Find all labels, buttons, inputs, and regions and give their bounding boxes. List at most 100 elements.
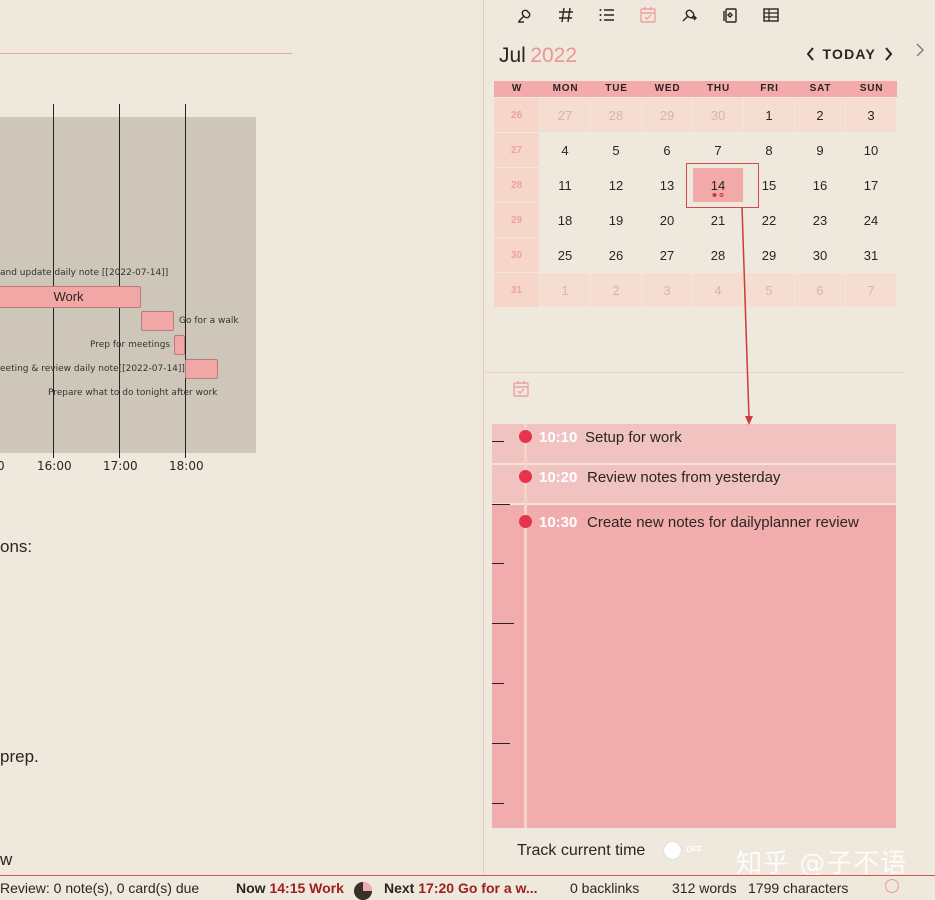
calendar-day-today[interactable]: 14 bbox=[686, 163, 759, 208]
calendar-day[interactable]: 9 bbox=[795, 133, 845, 167]
next-month-button[interactable] bbox=[882, 46, 894, 62]
calendar-day[interactable]: 1 bbox=[744, 98, 794, 132]
calendar-day[interactable]: 24 bbox=[846, 203, 896, 237]
weekday-label: THU bbox=[707, 83, 730, 94]
body-text: ons: bbox=[0, 537, 33, 556]
calendar-day[interactable]: 6 bbox=[795, 273, 845, 307]
timeline-time: 10:10 bbox=[539, 429, 578, 446]
calendar-day[interactable]: 8 bbox=[744, 133, 794, 167]
week-number[interactable]: 26 bbox=[494, 98, 539, 132]
calendar-day[interactable]: 7 bbox=[693, 133, 743, 167]
calendar-day[interactable]: 30 bbox=[693, 98, 743, 132]
tool-day-planner[interactable] bbox=[627, 4, 668, 26]
calendar-day[interactable]: 22 bbox=[744, 203, 794, 237]
calendar-day[interactable]: 13 bbox=[642, 168, 692, 202]
gantt-bar-work[interactable]: Work bbox=[0, 286, 141, 308]
gantt-bar-label: Work bbox=[53, 289, 84, 304]
gantt-label: Prep for meetings bbox=[90, 340, 171, 350]
calendar-day[interactable]: 30 bbox=[795, 238, 845, 272]
calendar-day[interactable]: 3 bbox=[846, 98, 896, 132]
hour-tick bbox=[492, 563, 504, 564]
calendar-day[interactable]: 11 bbox=[540, 168, 590, 202]
next-label: Next bbox=[384, 880, 415, 896]
review-status[interactable]: Review: 0 note(s), 0 card(s) due bbox=[0, 880, 199, 896]
calendar-day[interactable]: 2 bbox=[591, 273, 641, 307]
weekday-label: W bbox=[511, 83, 523, 94]
sync-icon[interactable] bbox=[885, 879, 899, 893]
calendar-day[interactable]: 28 bbox=[591, 98, 641, 132]
weekday-label: MON bbox=[552, 83, 579, 94]
week-number[interactable]: 28 bbox=[494, 168, 539, 202]
calendar-day[interactable]: 15 bbox=[744, 168, 794, 202]
status-bar: Review: 0 note(s), 0 card(s) due Now 14:… bbox=[0, 875, 935, 900]
calendar-day[interactable]: 27 bbox=[642, 238, 692, 272]
calendar-day[interactable]: 12 bbox=[591, 168, 641, 202]
week-number[interactable]: 29 bbox=[494, 203, 539, 237]
tool-tags[interactable] bbox=[545, 4, 586, 26]
calendar-day[interactable]: 6 bbox=[642, 133, 692, 167]
gantt-bar-prep[interactable] bbox=[174, 335, 185, 355]
calendar-day[interactable]: 16 bbox=[795, 168, 845, 202]
calendar-day[interactable]: 31 bbox=[846, 238, 896, 272]
calendar-day[interactable]: 19 bbox=[591, 203, 641, 237]
next-status[interactable]: Next 17:20 Go for a w... bbox=[384, 880, 538, 896]
today-button[interactable]: TODAY bbox=[823, 46, 876, 62]
prev-month-button[interactable] bbox=[805, 46, 817, 62]
week-number[interactable]: 30 bbox=[494, 238, 539, 272]
gantt-background bbox=[0, 117, 256, 453]
calendar-day[interactable]: 26 bbox=[591, 238, 641, 272]
tool-flashcards[interactable] bbox=[709, 4, 750, 26]
gantt-bar-walk[interactable] bbox=[141, 311, 174, 331]
calendar-day[interactable]: 5 bbox=[744, 273, 794, 307]
calendar-day[interactable]: 1 bbox=[540, 273, 590, 307]
week-number[interactable]: 31 bbox=[494, 273, 539, 307]
tool-outline[interactable] bbox=[586, 4, 627, 26]
calendar-day[interactable]: 27 bbox=[540, 98, 590, 132]
calendar-day[interactable]: 4 bbox=[540, 133, 590, 167]
timeline-time: 10:20 bbox=[539, 469, 578, 486]
calendar-day[interactable]: 3 bbox=[642, 273, 692, 307]
timeline-title[interactable]: Create new notes for dailyplanner review bbox=[587, 514, 859, 531]
calendar-day[interactable]: 2 bbox=[795, 98, 845, 132]
calendar-day[interactable]: 25 bbox=[540, 238, 590, 272]
calendar-week: 26 27 28 29 30 1 2 3 bbox=[494, 97, 897, 132]
calendar-day[interactable]: 23 bbox=[795, 203, 845, 237]
calendar-day[interactable]: 5 bbox=[591, 133, 641, 167]
link-arrow-icon bbox=[682, 9, 697, 22]
chevron-right-icon[interactable] bbox=[912, 40, 928, 60]
calendar-day[interactable]: 10 bbox=[846, 133, 896, 167]
calendar-day[interactable]: 29 bbox=[744, 238, 794, 272]
calendar-day[interactable]: 20 bbox=[642, 203, 692, 237]
timeline-divider bbox=[492, 503, 896, 505]
timeline-dot bbox=[519, 430, 532, 443]
hour-tick bbox=[492, 504, 510, 505]
calendar-week: 28 11 12 13 14 15 16 17 bbox=[494, 163, 897, 208]
now-status[interactable]: Now 14:15 Work bbox=[236, 880, 344, 896]
calendar-check-icon bbox=[513, 381, 529, 397]
calendar-day[interactable]: 29 bbox=[642, 98, 692, 132]
body-text: prep. bbox=[0, 747, 39, 766]
timeline-time: 10:30 bbox=[539, 514, 578, 531]
calendar-day[interactable]: 18 bbox=[540, 203, 590, 237]
track-time-toggle[interactable]: OFF bbox=[664, 841, 708, 859]
gantt-label: and update daily note [[2022-07-14]] bbox=[0, 268, 169, 278]
now-value: 14:15 Work bbox=[269, 880, 344, 896]
week-number[interactable]: 27 bbox=[494, 133, 539, 167]
tool-outgoing-links[interactable] bbox=[668, 4, 709, 26]
calendar-week: 31 1 2 3 4 5 6 7 bbox=[494, 272, 897, 307]
calendar-week: 27 4 5 6 7 8 9 10 bbox=[494, 132, 897, 167]
backlinks-count[interactable]: 0 backlinks bbox=[570, 880, 639, 896]
hour-tick bbox=[492, 743, 510, 744]
calendar-day[interactable]: 21 bbox=[693, 203, 743, 237]
calendar-day[interactable]: 4 bbox=[693, 273, 743, 307]
calendar-day[interactable]: 7 bbox=[846, 273, 896, 307]
tool-table[interactable] bbox=[750, 4, 791, 26]
calendar-day[interactable]: 17 bbox=[846, 168, 896, 202]
gantt-gridline bbox=[119, 104, 120, 458]
weekday-label: SAT bbox=[809, 83, 832, 94]
gantt-bar-meeting[interactable] bbox=[185, 359, 218, 379]
track-time-label: Track current time bbox=[517, 842, 646, 859]
weekday-label: FRI bbox=[760, 83, 779, 94]
calendar-day[interactable]: 28 bbox=[693, 238, 743, 272]
tool-backlinks[interactable] bbox=[504, 4, 545, 26]
